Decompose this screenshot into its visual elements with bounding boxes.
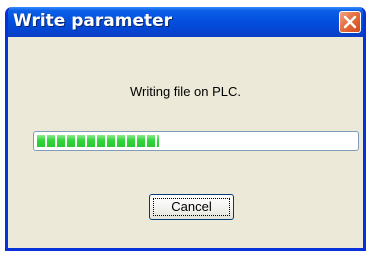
progress-bar (33, 131, 359, 151)
status-message: Writing file on PLC. (129, 84, 242, 99)
write-parameter-dialog: Write parameter Writing file on PLC. Can… (5, 7, 366, 251)
dialog-title: Write parameter (13, 11, 173, 31)
cancel-button-label: Cancel (171, 199, 212, 214)
cancel-button[interactable]: Cancel (149, 194, 234, 220)
close-button[interactable] (339, 11, 361, 33)
title-bar[interactable]: Write parameter (8, 7, 363, 37)
close-icon (343, 15, 357, 29)
progress-fill (37, 135, 160, 147)
